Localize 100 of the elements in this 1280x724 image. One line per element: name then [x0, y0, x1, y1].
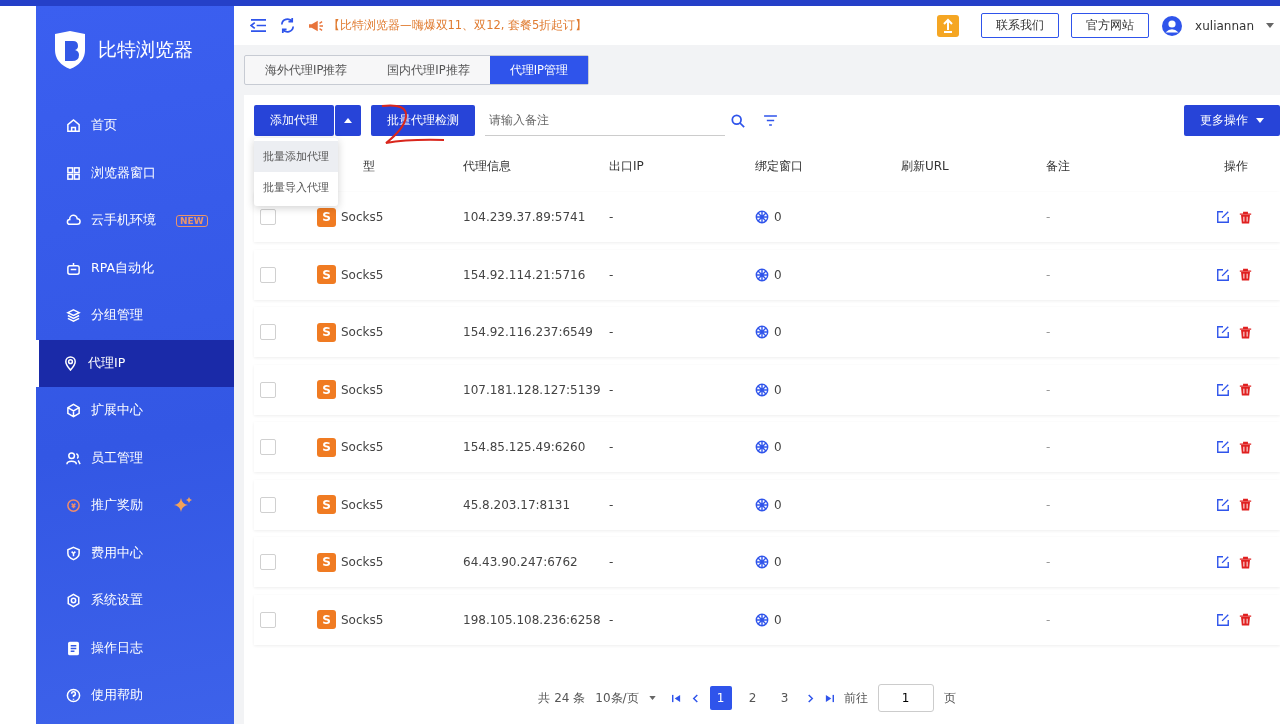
row-checkbox[interactable]	[260, 439, 276, 455]
sidebar-item[interactable]: 首页	[36, 102, 234, 150]
window-count: 0	[774, 210, 782, 224]
dropdown-toggle-button[interactable]	[335, 105, 361, 136]
page-number[interactable]: 3	[773, 686, 796, 710]
row-checkbox[interactable]	[260, 209, 276, 225]
edit-icon[interactable]	[1216, 497, 1230, 512]
window-icon	[755, 382, 769, 397]
row-checkbox[interactable]	[260, 611, 276, 628]
proxy-type: Socks5	[341, 497, 384, 512]
delete-icon[interactable]	[1239, 324, 1252, 340]
caret-icon[interactable]	[1266, 23, 1274, 28]
people-icon	[66, 450, 81, 466]
sidebar-item[interactable]: 代理IP	[36, 339, 234, 387]
proxy-type: Socks5	[341, 555, 384, 569]
sidebar-item[interactable]: 系统设置	[36, 577, 234, 625]
column-header: 出口IP	[609, 157, 644, 175]
row-checkbox[interactable]	[260, 554, 276, 570]
window-count: 0	[774, 267, 782, 282]
edit-icon[interactable]	[1216, 210, 1230, 224]
next-page-icon[interactable]	[805, 693, 815, 703]
filter-icon[interactable]	[763, 115, 778, 126]
sidebar-item[interactable]: 云手机环境 NEW	[36, 197, 234, 245]
header-button[interactable]: 联系我们	[981, 13, 1060, 38]
page-input[interactable]: 1	[877, 684, 934, 712]
window-count: 0	[774, 555, 782, 569]
refresh-icon[interactable]	[279, 17, 296, 34]
proxy-address: 154.92.114.21:5716	[463, 267, 586, 282]
add-proxy-button[interactable]: 添加代理	[254, 105, 334, 136]
sidebar-item[interactable]: 员工管理	[36, 434, 234, 482]
sidebar-item[interactable]: 扩展中心	[36, 387, 234, 435]
total-count: 共 24 条	[538, 689, 586, 707]
delete-icon[interactable]	[1239, 497, 1252, 512]
tab[interactable]: 海外代理IP推荐	[245, 56, 368, 84]
caret-icon	[648, 696, 656, 700]
header-button[interactable]: 官方网站	[1071, 13, 1150, 38]
new-badge: NEW	[176, 214, 208, 227]
column-header: 备注	[1046, 157, 1070, 175]
sidebar-item[interactable]: 浏览器窗口	[36, 149, 234, 197]
edit-icon[interactable]	[1216, 267, 1230, 282]
tab[interactable]: 国内代理IP推荐	[367, 56, 490, 84]
page-size-select[interactable]: 10条/页	[595, 689, 656, 707]
row-checkbox[interactable]	[260, 266, 276, 283]
window-icon	[755, 210, 769, 224]
note: -	[1046, 555, 1051, 569]
sidebar-item[interactable]: 操作日志	[36, 624, 234, 672]
edit-icon[interactable]	[1216, 325, 1230, 339]
exit-ip: -	[609, 382, 614, 397]
exit-ip: -	[609, 325, 614, 339]
username[interactable]: xuliannan	[1195, 18, 1254, 33]
edit-icon[interactable]	[1216, 382, 1230, 397]
socks-badge: S	[317, 610, 336, 629]
proxy-address: 45.8.203.17:8131	[463, 497, 571, 512]
search-icon[interactable]	[731, 113, 745, 128]
window-icon	[755, 555, 769, 569]
proxy-type: Socks5	[341, 440, 384, 454]
delete-icon[interactable]	[1239, 382, 1252, 397]
delete-icon[interactable]	[1239, 267, 1252, 282]
delete-icon[interactable]	[1239, 439, 1252, 455]
menu-item[interactable]: 批量导入代理	[254, 172, 338, 203]
sidebar-item[interactable]: 费用中心	[36, 529, 234, 577]
socks-badge: S	[317, 552, 336, 572]
row-checkbox[interactable]	[260, 496, 276, 513]
more-actions-button[interactable]: 更多操作	[1184, 105, 1280, 136]
row-checkbox[interactable]	[260, 381, 276, 398]
window-icon	[755, 325, 769, 339]
sidebar-item[interactable]: 推广奖励	[36, 482, 234, 530]
note: -	[1046, 210, 1051, 224]
search-field[interactable]: 请输入备注	[485, 105, 725, 136]
delete-icon[interactable]	[1239, 554, 1252, 570]
avatar-icon[interactable]	[1161, 14, 1184, 37]
first-page-icon[interactable]	[671, 693, 681, 703]
edit-icon[interactable]	[1216, 440, 1230, 454]
window-icon	[755, 497, 769, 512]
proxy-address: 154.85.125.49:6260	[463, 440, 586, 454]
row-checkbox[interactable]	[260, 324, 276, 340]
grid-icon	[66, 165, 81, 181]
delete-icon[interactable]	[1239, 209, 1252, 225]
help-icon	[66, 688, 81, 704]
menu-icon[interactable]	[250, 18, 267, 33]
column-header: 代理信息	[463, 157, 511, 175]
edit-icon[interactable]	[1216, 612, 1230, 627]
shield-icon	[66, 545, 81, 561]
note: -	[1046, 382, 1051, 397]
sidebar-item[interactable]: RPA自动化	[36, 244, 234, 292]
sidebar-item[interactable]: 使用帮助	[36, 672, 234, 720]
delete-icon[interactable]	[1239, 612, 1252, 627]
last-page-icon[interactable]	[824, 693, 834, 703]
tab[interactable]: 代理IP管理	[489, 56, 588, 84]
edit-icon[interactable]	[1216, 555, 1230, 569]
column-header: 绑定窗口	[755, 157, 803, 175]
exit-ip: -	[609, 497, 614, 512]
window-count: 0	[774, 497, 782, 512]
note: -	[1046, 440, 1051, 454]
page-number[interactable]: 2	[741, 686, 764, 710]
sidebar-item[interactable]: 分组管理	[36, 292, 234, 340]
proxy-type: Socks5	[341, 210, 384, 224]
menu-item[interactable]: 批量添加代理	[254, 141, 338, 172]
page-number[interactable]: 1	[709, 686, 732, 710]
previous-page-icon[interactable]	[690, 693, 700, 703]
